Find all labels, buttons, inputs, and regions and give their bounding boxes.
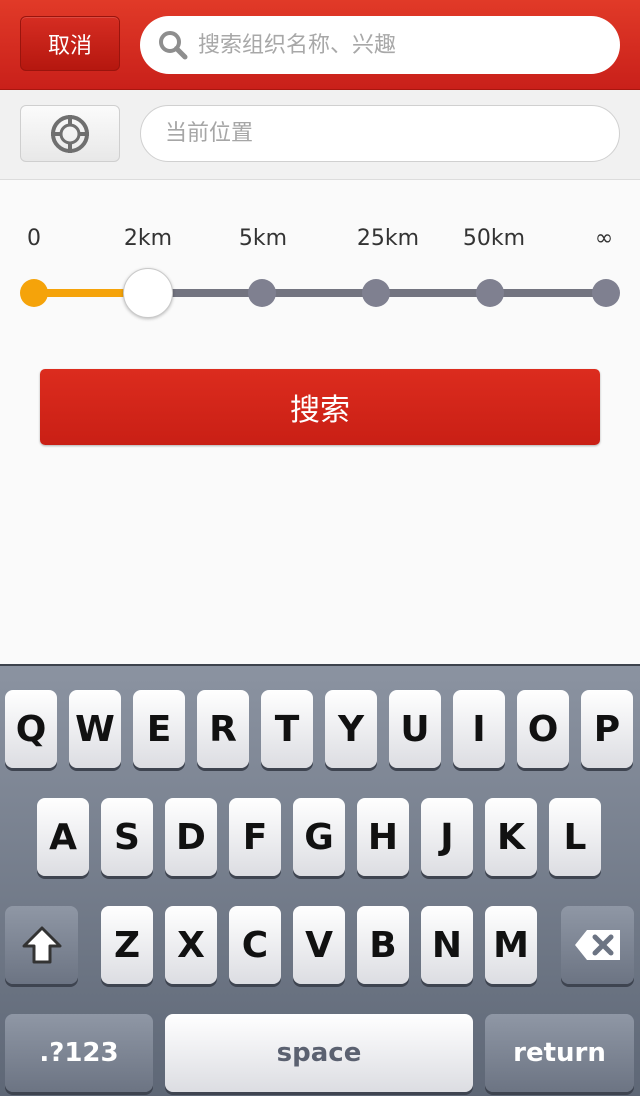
key-d[interactable]: D xyxy=(165,798,217,876)
slider-stop-infinity[interactable] xyxy=(592,279,620,307)
key-g[interactable]: G xyxy=(293,798,345,876)
key-s[interactable]: S xyxy=(101,798,153,876)
shift-key[interactable] xyxy=(5,906,78,984)
onscreen-keyboard: Q W E R T Y U I O P A S D F G H J K L Z … xyxy=(0,664,640,1096)
numbers-key[interactable]: .?123 xyxy=(5,1014,153,1092)
key-u[interactable]: U xyxy=(389,690,441,768)
key-i[interactable]: I xyxy=(453,690,505,768)
cancel-button[interactable]: 取消 xyxy=(20,16,120,71)
key-f[interactable]: F xyxy=(229,798,281,876)
return-key[interactable]: return xyxy=(485,1014,634,1092)
tick-label-0: 0 xyxy=(27,226,41,251)
search-icon xyxy=(159,31,188,60)
key-x[interactable]: X xyxy=(165,906,217,984)
tick-label-infinity: ∞ xyxy=(594,226,614,251)
key-w[interactable]: W xyxy=(69,690,121,768)
key-a[interactable]: A xyxy=(37,798,89,876)
key-n[interactable]: N xyxy=(421,906,473,984)
key-b[interactable]: B xyxy=(357,906,409,984)
key-r[interactable]: R xyxy=(197,690,249,768)
key-p[interactable]: P xyxy=(581,690,633,768)
key-j[interactable]: J xyxy=(421,798,473,876)
slider-thumb[interactable] xyxy=(123,268,173,318)
slider-stop-25km[interactable] xyxy=(362,279,390,307)
backspace-icon xyxy=(574,930,620,960)
locate-button[interactable] xyxy=(20,105,120,162)
search-box[interactable] xyxy=(140,16,620,74)
key-v[interactable]: V xyxy=(293,906,345,984)
slider-stop-50km[interactable] xyxy=(476,279,504,307)
search-input[interactable] xyxy=(198,32,598,58)
location-input[interactable] xyxy=(165,121,585,146)
key-z[interactable]: Z xyxy=(101,906,153,984)
key-y[interactable]: Y xyxy=(325,690,377,768)
key-c[interactable]: C xyxy=(229,906,281,984)
location-bar xyxy=(0,90,640,180)
slider-stop-0[interactable] xyxy=(20,279,48,307)
key-h[interactable]: H xyxy=(357,798,409,876)
tick-label-2km: 2km xyxy=(123,226,173,251)
key-m[interactable]: M xyxy=(485,906,537,984)
slider-stop-5km[interactable] xyxy=(248,279,276,307)
key-k[interactable]: K xyxy=(485,798,537,876)
space-key[interactable]: space xyxy=(165,1014,473,1092)
backspace-key[interactable] xyxy=(561,906,634,984)
key-e[interactable]: E xyxy=(133,690,185,768)
key-o[interactable]: O xyxy=(517,690,569,768)
key-q[interactable]: Q xyxy=(5,690,57,768)
key-t[interactable]: T xyxy=(261,690,313,768)
search-button[interactable]: 搜索 xyxy=(40,369,600,445)
shift-arrow-icon xyxy=(22,926,61,964)
tick-label-50km: 50km xyxy=(462,226,526,251)
location-field[interactable] xyxy=(140,105,620,162)
tick-label-5km: 5km xyxy=(238,226,288,251)
crosshair-icon xyxy=(51,114,89,153)
key-l[interactable]: L xyxy=(549,798,601,876)
tick-label-25km: 25km xyxy=(356,226,420,251)
top-bar: 取消 xyxy=(0,0,640,90)
